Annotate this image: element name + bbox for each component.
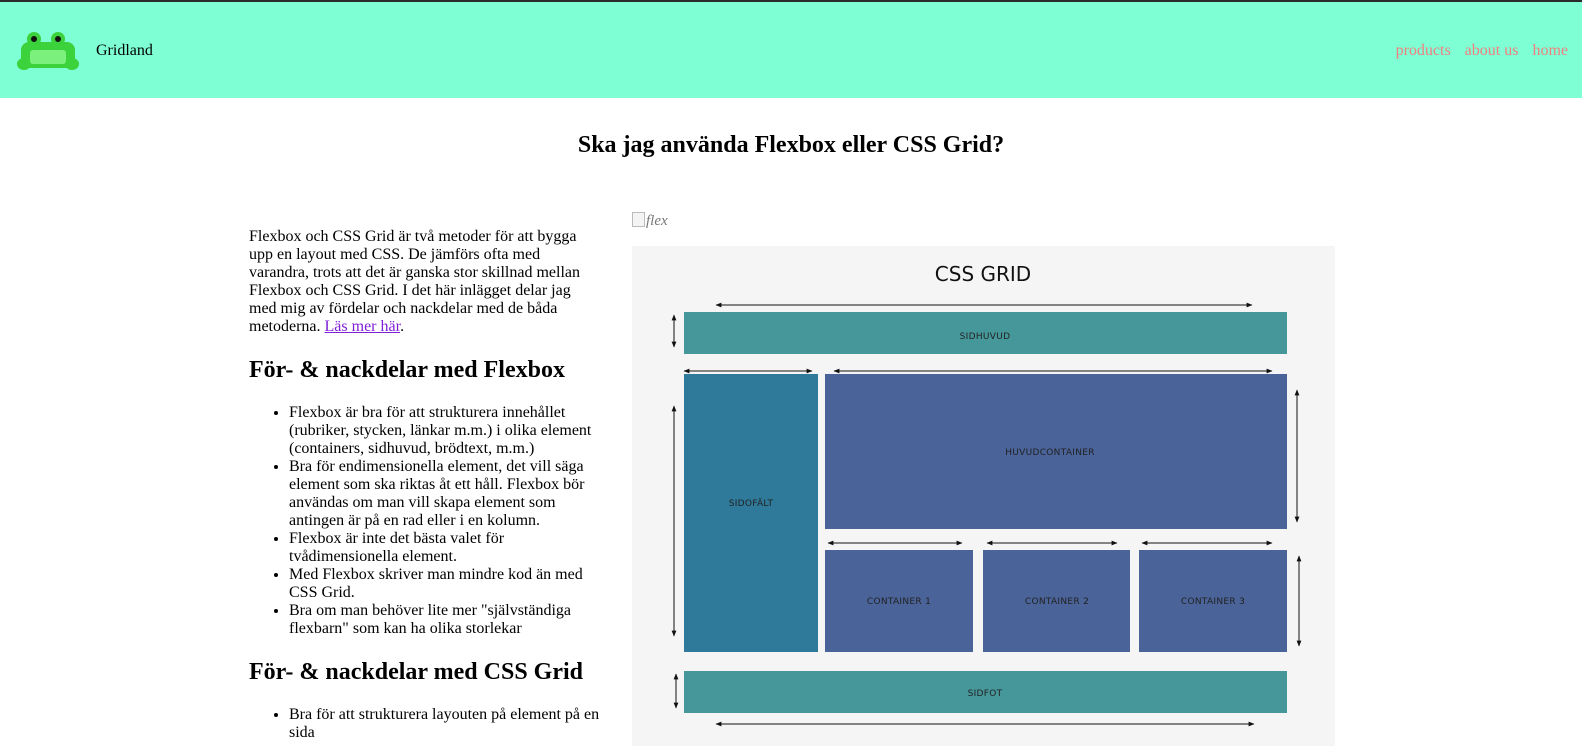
- flexbox-list: Flexbox är bra för att strukturera inneh…: [249, 404, 601, 638]
- list-item: Bra om man behöver lite mer "självständi…: [289, 602, 601, 638]
- grid-list: Bra för att strukturera layouten på elem…: [249, 706, 601, 742]
- article-text: Flexbox och CSS Grid är två metoder för …: [249, 228, 601, 742]
- label-container-2: CONTAINER 2: [1025, 597, 1089, 607]
- diagram-svg: CSS GRID SIDHUVUD SIDOFÄLT HUVUDCONTAINE…: [671, 262, 1302, 727]
- diagram-title: CSS GRID: [935, 262, 1031, 286]
- list-item: Flexbox är inte det bästa valet för tvåd…: [289, 530, 601, 566]
- label-header: SIDHUVUD: [960, 332, 1011, 342]
- intro-paragraph: Flexbox och CSS Grid är två metoder för …: [249, 228, 601, 336]
- list-item: Bra för att strukturera layouten på elem…: [289, 706, 601, 742]
- label-footer: SIDFOT: [968, 689, 1003, 699]
- read-more-link[interactable]: Läs mer här: [325, 318, 401, 335]
- site-header: Gridland products about us home: [0, 2, 1582, 98]
- list-item: Med Flexbox skriver man mindre kod än me…: [289, 566, 601, 602]
- nav-link-about-us[interactable]: about us: [1465, 42, 1519, 59]
- grid-heading: För- & nackdelar med CSS Grid: [249, 659, 583, 685]
- broken-image-icon: [632, 212, 645, 227]
- main-nav: products about us home: [1382, 42, 1568, 60]
- broken-image-alt: flex: [646, 213, 668, 229]
- nav-link-products[interactable]: products: [1396, 42, 1451, 59]
- grid-sidebar-box: [684, 374, 818, 652]
- nav-link-home[interactable]: home: [1532, 42, 1568, 59]
- brand-name: Gridland: [96, 42, 153, 59]
- label-sidebar: SIDOFÄLT: [729, 498, 774, 509]
- intro-text: Flexbox och CSS Grid är två metoder för …: [249, 228, 581, 335]
- list-item: Bra för endimensionella element, det vil…: [289, 458, 601, 530]
- broken-image: flex: [632, 212, 668, 230]
- flexbox-heading: För- & nackdelar med Flexbox: [249, 357, 565, 383]
- frog-logo-icon: [17, 32, 79, 70]
- label-container-1: CONTAINER 1: [867, 597, 931, 607]
- label-main: HUVUDCONTAINER: [1005, 448, 1095, 458]
- list-item: Flexbox är bra för att strukturera inneh…: [289, 404, 601, 458]
- page-title: Ska jag använda Flexbox eller CSS Grid?: [577, 132, 1005, 158]
- intro-after-link: .: [400, 318, 405, 335]
- label-container-3: CONTAINER 3: [1181, 597, 1245, 607]
- css-grid-diagram: CSS GRID SIDHUVUD SIDOFÄLT HUVUDCONTAINE…: [632, 246, 1335, 746]
